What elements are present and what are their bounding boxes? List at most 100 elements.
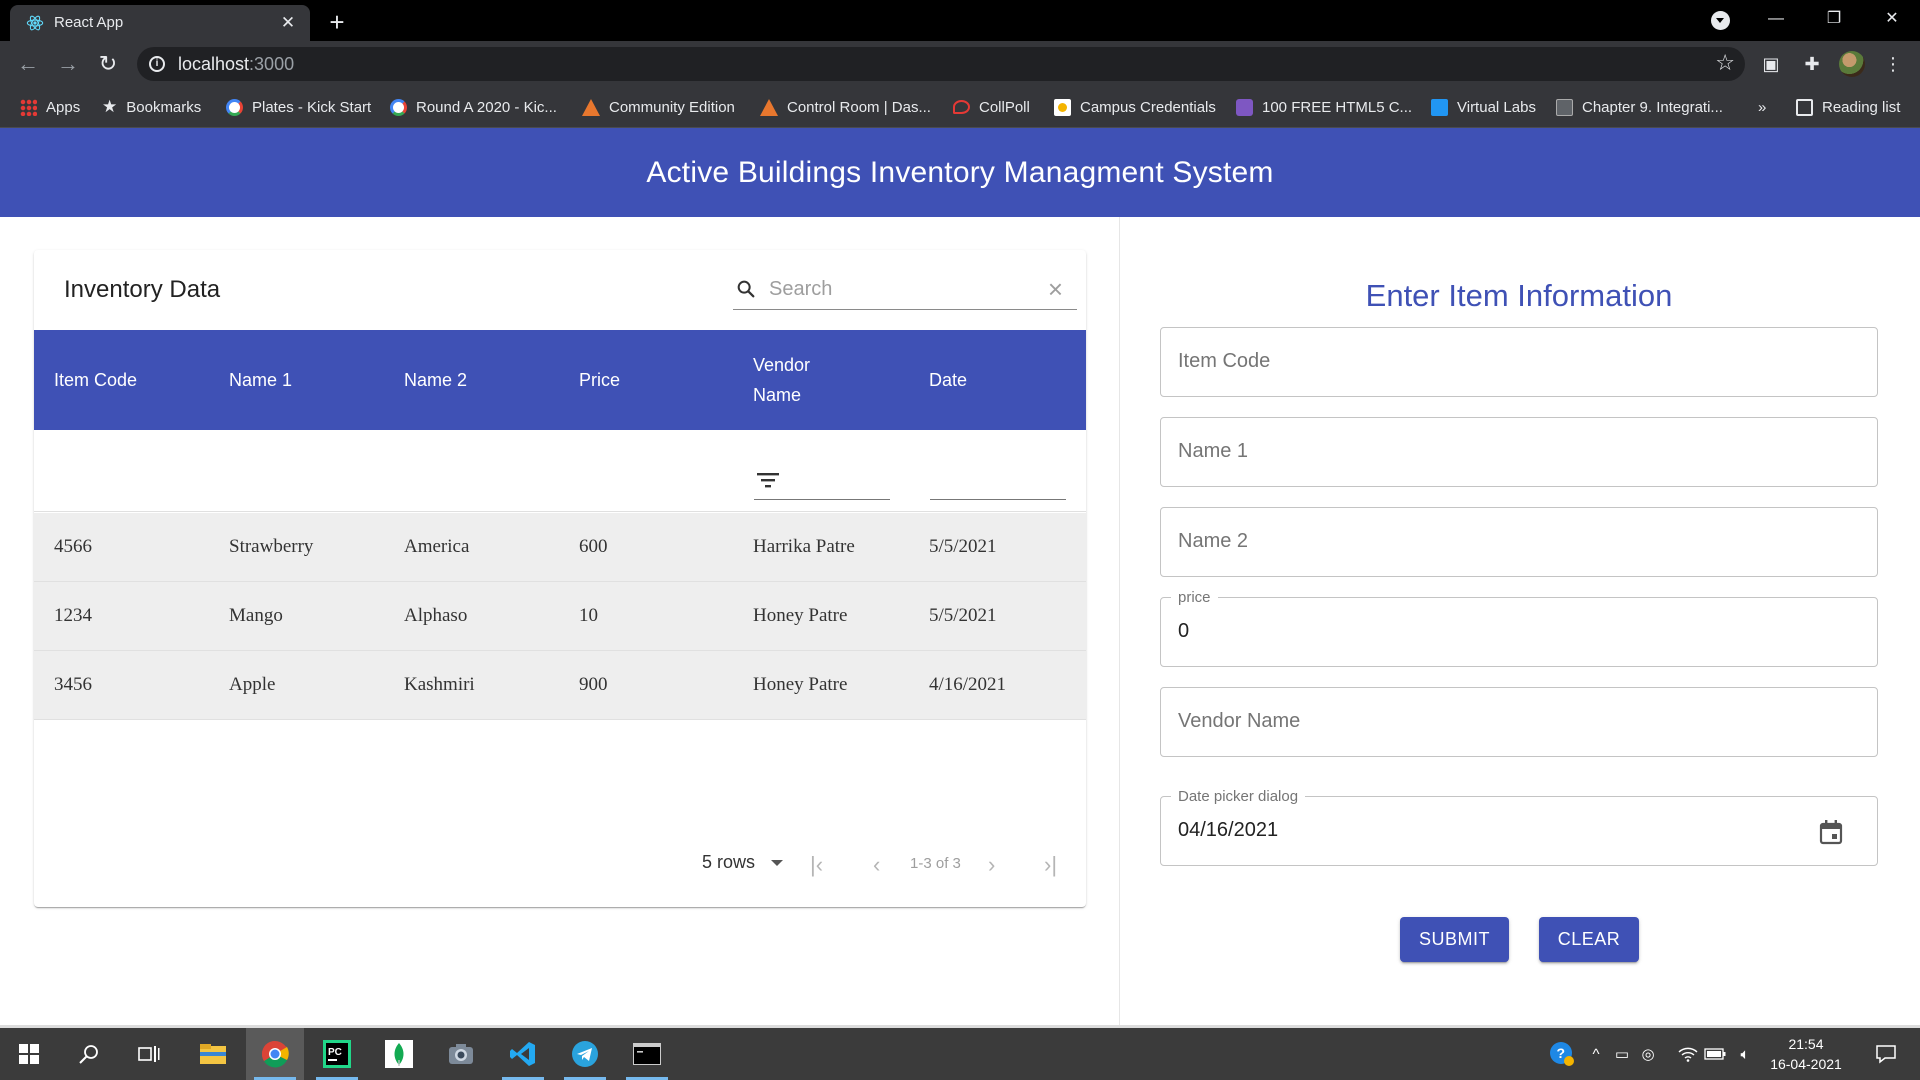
bookmark-plates[interactable]: Plates - Kick Start <box>226 87 371 127</box>
profile-avatar[interactable] <box>1839 51 1865 77</box>
wifi-tray-icon[interactable] <box>1676 1028 1700 1080</box>
pycharm-taskbar-icon[interactable]: PC <box>308 1028 366 1080</box>
bookmark-virtual-labs[interactable]: Virtual Labs <box>1431 87 1536 127</box>
minimize-icon[interactable]: — <box>1748 0 1804 41</box>
more-bookmarks-icon[interactable]: » <box>1758 87 1766 127</box>
telegram-taskbar-icon[interactable] <box>556 1028 614 1080</box>
table-row[interactable]: 1234 Mango Alphaso 10 Honey Patre 5/5/2021 <box>34 582 1086 651</box>
forward-icon[interactable]: → <box>53 49 83 79</box>
taskbar-clock[interactable]: 21:54 16-04-2021 <box>1760 1034 1852 1074</box>
table-cell: 1234 <box>54 605 92 626</box>
bookmark-round-a[interactable]: Round A 2020 - Kic... <box>390 87 557 127</box>
rows-per-page-value: 5 rows <box>702 852 756 872</box>
rows-per-page-select[interactable]: 5 rows <box>702 852 784 873</box>
table-cell: 10 <box>579 605 598 626</box>
bookmark-html5[interactable]: 100 FREE HTML5 C... <box>1236 87 1412 127</box>
calendar-icon[interactable] <box>1819 819 1843 845</box>
name-1-field[interactable]: Name 1 <box>1160 417 1878 487</box>
volume-tray-icon[interactable]: 🔈︎ <box>1733 1028 1757 1080</box>
webcam-tray-icon[interactable]: ◎ <box>1636 1028 1660 1080</box>
svg-text:?: ? <box>1557 1045 1566 1061</box>
chat-logo-icon <box>953 100 970 114</box>
task-view-icon[interactable] <box>120 1028 178 1080</box>
window-close-icon[interactable]: ✕ <box>1864 0 1920 41</box>
document-icon <box>1556 98 1573 116</box>
table-row[interactable]: 3456 Apple Kashmiri 900 Honey Patre 4/16/2021 <box>34 651 1086 720</box>
file-explorer-icon[interactable] <box>184 1028 242 1080</box>
column-header-date[interactable]: Date <box>929 330 1069 430</box>
bookmark-apps[interactable]: Apps <box>20 87 80 127</box>
device-tray-icon[interactable]: ▭ <box>1610 1028 1634 1080</box>
tab-title: React App <box>54 14 124 31</box>
item-code-field[interactable]: Item Code <box>1160 327 1878 397</box>
mongodb-taskbar-icon[interactable] <box>370 1028 428 1080</box>
bookmark-collpoll[interactable]: CollPoll <box>953 87 1030 127</box>
notifications-icon[interactable] <box>1866 1028 1906 1080</box>
column-header-price[interactable]: Price <box>579 330 729 430</box>
reload-icon[interactable]: ↻ <box>93 49 123 79</box>
bookmark-bookmarks[interactable]: ★ Bookmarks <box>102 87 201 127</box>
form-title: Enter Item Information <box>1365 278 1673 313</box>
cast-icon[interactable]: ▣ <box>1758 51 1784 77</box>
bookmark-chapter-9[interactable]: Chapter 9. Integrati... <box>1556 87 1723 127</box>
vendor-filter-input[interactable] <box>754 499 890 500</box>
info-icon[interactable]: i <box>149 56 165 72</box>
price-field[interactable]: price 0 <box>1160 589 1878 667</box>
bookmark-community-edition[interactable]: Community Edition <box>582 87 735 127</box>
previous-page-icon[interactable]: ‹ <box>873 852 880 878</box>
table-cell: 4566 <box>54 536 92 557</box>
bookmark-control-room[interactable]: Control Room | Das... <box>760 87 931 127</box>
column-header-name-2[interactable]: Name 2 <box>404 330 554 430</box>
submit-button[interactable]: SUBMIT <box>1400 917 1509 962</box>
battery-tray-icon[interactable] <box>1703 1028 1727 1080</box>
table-cell: 4/16/2021 <box>929 674 1007 695</box>
table-row[interactable]: 4566 Strawberry America 600 Harrika Patre 5/5… <box>34 513 1086 582</box>
google-icon <box>226 98 243 116</box>
clear-button[interactable]: CLEAR <box>1539 917 1639 962</box>
search-taskbar-icon[interactable] <box>60 1028 118 1080</box>
chrome-taskbar-icon[interactable] <box>246 1028 304 1080</box>
vscode-taskbar-icon[interactable] <box>494 1028 552 1080</box>
url-text[interactable]: localhost:3000 <box>178 54 294 75</box>
table-header: Item Code Name 1 Name 2 Price Vendor Nam… <box>34 330 1086 430</box>
table-cell: 5/5/2021 <box>929 536 997 557</box>
clock-date: 16-04-2021 <box>1770 1056 1842 1072</box>
table-cell: Harrika Patre <box>753 536 855 557</box>
date-picker-field[interactable]: Date picker dialog 04/16/2021 <box>1160 788 1878 866</box>
vendor-name-field[interactable]: Vendor Name <box>1160 687 1878 757</box>
clear-search-icon[interactable]: × <box>1048 276 1063 302</box>
address-bar[interactable]: i localhost:3000 ☆ <box>137 47 1745 81</box>
show-hidden-icons-icon[interactable]: ^ <box>1584 1028 1608 1080</box>
bookmark-campus-credentials[interactable]: Campus Credentials <box>1054 87 1216 127</box>
help-tray-icon[interactable]: ? <box>1547 1028 1577 1080</box>
reading-list-button[interactable]: Reading list <box>1796 87 1900 127</box>
terminal-taskbar-icon[interactable] <box>618 1028 676 1080</box>
tab-close-icon[interactable]: ✕ <box>276 11 300 35</box>
column-header-item-code[interactable]: Item Code <box>54 330 204 430</box>
windows-start-icon[interactable] <box>0 1028 58 1080</box>
bookmark-star-icon[interactable]: ☆ <box>1715 50 1735 76</box>
table-cell: Kashmiri <box>404 674 475 695</box>
last-page-icon[interactable]: ›| <box>1044 852 1057 878</box>
panel-divider <box>1119 217 1120 1025</box>
browser-tab[interactable]: React App ✕ <box>10 5 310 41</box>
first-page-icon[interactable]: |‹ <box>810 852 823 878</box>
new-tab-icon[interactable]: + <box>322 8 352 38</box>
name-2-field[interactable]: Name 2 <box>1160 507 1878 577</box>
camera-taskbar-icon[interactable] <box>432 1028 490 1080</box>
search-input[interactable] <box>769 276 1029 302</box>
back-icon[interactable]: ← <box>13 49 43 79</box>
item-code-placeholder: Item Code <box>1178 350 1271 372</box>
date-filter-input[interactable] <box>930 499 1066 500</box>
search-field: × <box>733 270 1077 310</box>
virtual-labs-icon <box>1431 98 1448 116</box>
table-cell: 600 <box>579 536 608 557</box>
restore-icon[interactable]: ❐ <box>1806 0 1862 41</box>
filter-icon[interactable] <box>756 470 780 490</box>
column-header-name-1[interactable]: Name 1 <box>229 330 379 430</box>
next-page-icon[interactable]: › <box>988 852 995 878</box>
column-header-vendor-name[interactable]: Vendor Name <box>753 330 833 430</box>
menu-dots-icon[interactable]: ⋮ <box>1880 51 1906 77</box>
extensions-icon[interactable]: ✚ <box>1799 51 1825 77</box>
tab-search-icon[interactable] <box>1711 11 1730 30</box>
